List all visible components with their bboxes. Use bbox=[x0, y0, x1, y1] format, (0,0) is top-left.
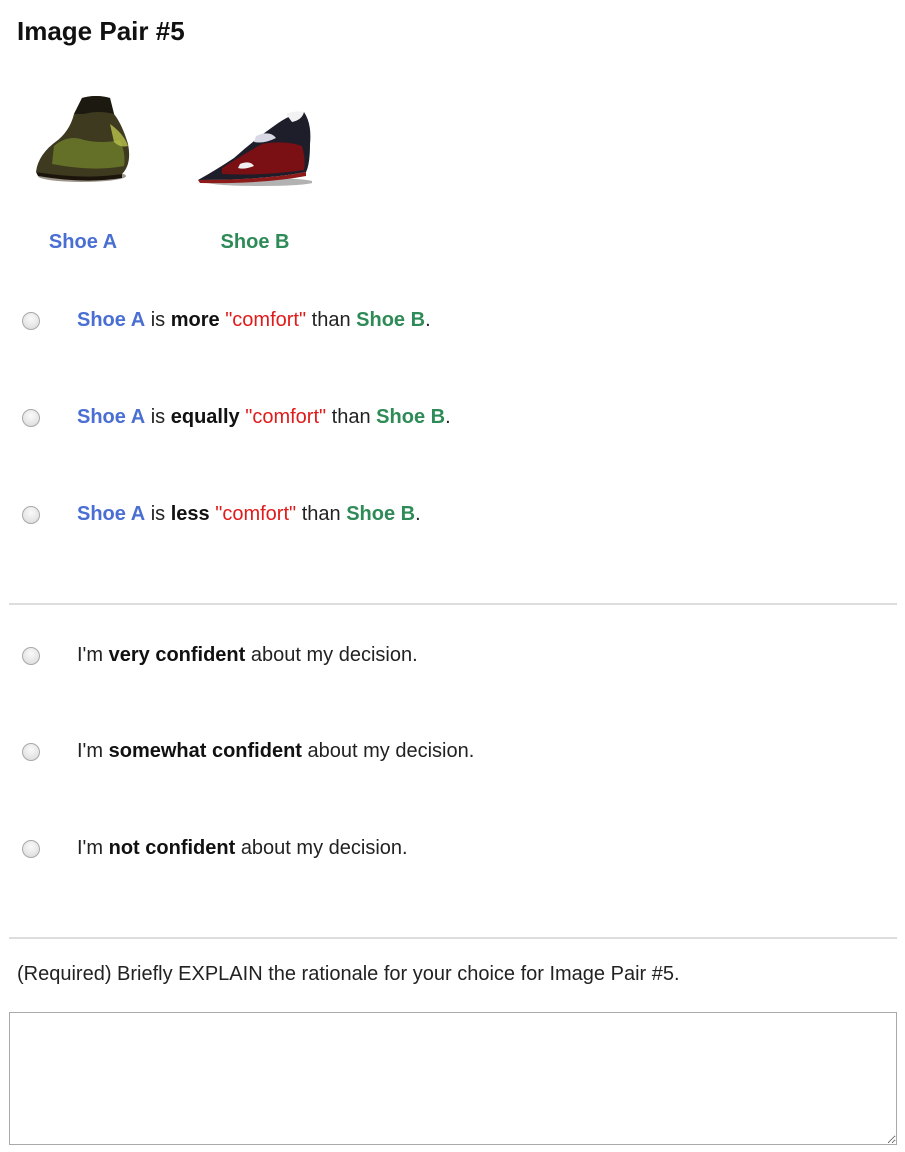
comparison-option-text: Shoe A is equally "comfort" than Shoe B. bbox=[77, 397, 451, 437]
confidence-level: not confident bbox=[108, 837, 236, 859]
confidence-option-text: I'm not confident about my decision. bbox=[77, 828, 408, 868]
comparison-radio-more[interactable] bbox=[22, 312, 40, 330]
period-text: . bbox=[425, 309, 431, 331]
page-title: Image Pair #5 bbox=[17, 16, 185, 46]
confidence-suffix: about my decision. bbox=[240, 837, 408, 859]
confidence-option-somewhat[interactable]: I'm somewhat confident about my decision… bbox=[0, 731, 905, 771]
period-text: . bbox=[445, 406, 451, 428]
comparison-radio-equally[interactable] bbox=[22, 409, 40, 427]
connector-text: than bbox=[301, 503, 341, 525]
confidence-option-very[interactable]: I'm very confident about my decision. bbox=[0, 635, 905, 675]
comparison-option-text: Shoe A is less "comfort" than Shoe B. bbox=[77, 494, 421, 534]
confidence-suffix: about my decision. bbox=[307, 740, 475, 762]
shoe-b-ref: Shoe B bbox=[356, 309, 426, 331]
connector-text: than bbox=[311, 309, 351, 331]
comparison-option-equally[interactable]: Shoe A is equally "comfort" than Shoe B. bbox=[0, 397, 905, 437]
attribute-text: "comfort" bbox=[225, 309, 307, 331]
degree-text: equally bbox=[170, 406, 240, 428]
confidence-option-text: I'm very confident about my decision. bbox=[77, 635, 418, 675]
shoe-b-image bbox=[194, 84, 312, 202]
confidence-level: somewhat confident bbox=[108, 740, 302, 762]
comparison-radio-less[interactable] bbox=[22, 506, 40, 524]
section-divider bbox=[9, 937, 897, 939]
confidence-prefix: I'm bbox=[77, 740, 104, 762]
comparison-option-more[interactable]: Shoe A is more "comfort" than Shoe B. bbox=[0, 300, 905, 340]
confidence-suffix: about my decision. bbox=[250, 644, 418, 666]
confidence-option-not[interactable]: I'm not confident about my decision. bbox=[0, 828, 905, 868]
explanation-prompt: (Required) Briefly EXPLAIN the rationale… bbox=[17, 963, 680, 985]
confidence-option-text: I'm somewhat confident about my decision… bbox=[77, 731, 474, 771]
confidence-level: very confident bbox=[108, 644, 246, 666]
shoe-b-ref: Shoe B bbox=[346, 503, 416, 525]
confidence-radio-somewhat[interactable] bbox=[22, 743, 40, 761]
verb-text: is bbox=[150, 406, 166, 428]
connector-text: than bbox=[331, 406, 371, 428]
confidence-prefix: I'm bbox=[77, 644, 104, 666]
confidence-prefix: I'm bbox=[77, 837, 104, 859]
shoe-a-ref: Shoe A bbox=[77, 406, 146, 428]
attribute-text: "comfort" bbox=[245, 406, 327, 428]
confidence-radio-very[interactable] bbox=[22, 647, 40, 665]
explanation-textarea[interactable] bbox=[9, 1012, 897, 1145]
shoe-b-ref: Shoe B bbox=[376, 406, 446, 428]
degree-text: less bbox=[170, 503, 210, 525]
period-text: . bbox=[415, 503, 421, 525]
shoe-a-ref: Shoe A bbox=[77, 503, 146, 525]
comparison-option-text: Shoe A is more "comfort" than Shoe B. bbox=[77, 300, 431, 340]
shoe-a-label: Shoe A bbox=[48, 231, 118, 253]
confidence-radio-not[interactable] bbox=[22, 840, 40, 858]
attribute-text: "comfort" bbox=[215, 503, 297, 525]
shoe-b-label: Shoe B bbox=[220, 231, 290, 253]
comparison-option-less[interactable]: Shoe A is less "comfort" than Shoe B. bbox=[0, 494, 905, 534]
degree-text: more bbox=[170, 309, 220, 331]
section-divider bbox=[9, 603, 897, 605]
shoe-a-ref: Shoe A bbox=[77, 309, 146, 331]
verb-text: is bbox=[150, 309, 166, 331]
shoe-a-image bbox=[24, 84, 142, 202]
verb-text: is bbox=[150, 503, 166, 525]
